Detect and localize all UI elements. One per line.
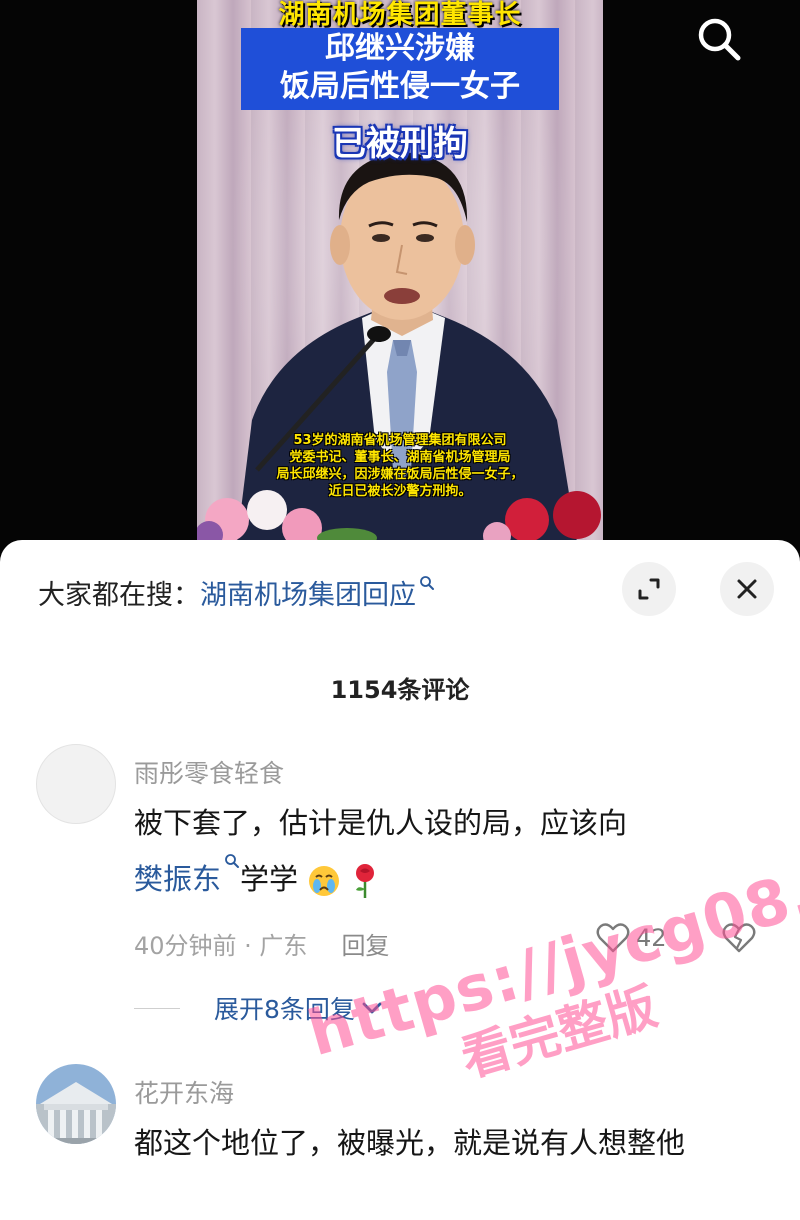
avatar[interactable]	[36, 744, 116, 824]
like-count: 42	[636, 924, 667, 952]
close-button[interactable]	[720, 562, 774, 616]
comment-sheet: 大家都在搜： 湖南机场集团回应 1154条评论 雨彤零食轻食 被下套了，估计是仇…	[0, 540, 800, 1220]
search-icon	[420, 575, 434, 590]
expand-icon	[638, 578, 660, 600]
headline-top: 湖南机场集团董事长	[278, 0, 522, 30]
rose-icon	[356, 864, 375, 898]
crying-face-icon	[309, 866, 340, 896]
dislike-button[interactable]	[722, 922, 756, 958]
trending-search-link[interactable]: 湖南机场集团回应	[200, 573, 435, 612]
divider-line	[134, 1007, 180, 1009]
video-frame[interactable]: 湖南机场集团董事长 邱继兴涉嫌 饭局后性侵一女子 已被刑拘 53岁的湖南省机场管…	[197, 0, 603, 542]
trending-search-text: 湖南机场集团回应	[200, 579, 416, 611]
expand-button[interactable]	[622, 562, 676, 616]
comment-text: 被下套了，估计是仇人设的局，应该向 樊振东 学学	[134, 795, 740, 907]
reply-button[interactable]: 回复	[341, 932, 389, 960]
avatar-image	[36, 1064, 116, 1144]
search-icon	[225, 854, 240, 868]
mention-text: 樊振东	[134, 862, 222, 896]
heart-icon	[596, 923, 630, 953]
caption-line: 党委书记、董事长、湖南省机场管理局	[289, 450, 511, 465]
comment-time-location: 40分钟前 · 广东	[134, 932, 308, 960]
avatar[interactable]	[36, 1064, 116, 1144]
headline-box: 邱继兴涉嫌 饭局后性侵一女子	[241, 28, 559, 110]
like-button[interactable]: 42	[596, 922, 667, 954]
search-button[interactable]	[694, 14, 744, 64]
comment-meta: 40分钟前 · 广东 回复	[134, 926, 389, 961]
comment-username[interactable]: 花开东海	[134, 1074, 234, 1110]
expand-replies-button[interactable]: 展开8条回复	[134, 990, 383, 1026]
trending-search-prefix: 大家都在搜：	[38, 579, 200, 611]
caption-line: 近日已被长沙警方刑拘。	[328, 484, 472, 499]
comment-text-part: 被下套了，估计是仇人设的局，应该向	[134, 806, 628, 840]
headline-line-3: 已被刑拘	[332, 124, 468, 164]
trending-search-row: 大家都在搜： 湖南机场集团回应	[38, 570, 435, 614]
broken-heart-icon	[722, 923, 756, 953]
comment-count: 1154条评论	[330, 676, 470, 704]
video-player[interactable]: 湖南机场集团董事长 邱继兴涉嫌 饭局后性侵一女子 已被刑拘 53岁的湖南省机场管…	[0, 0, 800, 560]
caption-line: 53岁的湖南省机场管理集团有限公司	[293, 433, 507, 448]
video-caption: 53岁的湖南省机场管理集团有限公司 党委书记、董事长、湖南省机场管理局 局长邱继…	[217, 432, 583, 500]
comment-text: 都这个地位了，被曝光，就是说有人想整他	[134, 1126, 686, 1160]
expand-replies-label: 展开8条回复	[214, 995, 355, 1024]
comment-mention-link[interactable]: 樊振东	[134, 854, 240, 896]
close-icon	[737, 579, 757, 599]
comment-text-part: 学学	[240, 862, 299, 896]
caption-line: 局长邱继兴，因涉嫌在饭局后性侵一女子，	[276, 467, 524, 482]
search-icon	[698, 18, 741, 61]
chevron-down-icon	[362, 1002, 382, 1014]
headline-line-2: 饭局后性侵一女子	[280, 69, 520, 104]
comment-username[interactable]: 雨彤零食轻食	[134, 754, 284, 790]
headline-line-1: 邱继兴涉嫌	[325, 31, 475, 66]
